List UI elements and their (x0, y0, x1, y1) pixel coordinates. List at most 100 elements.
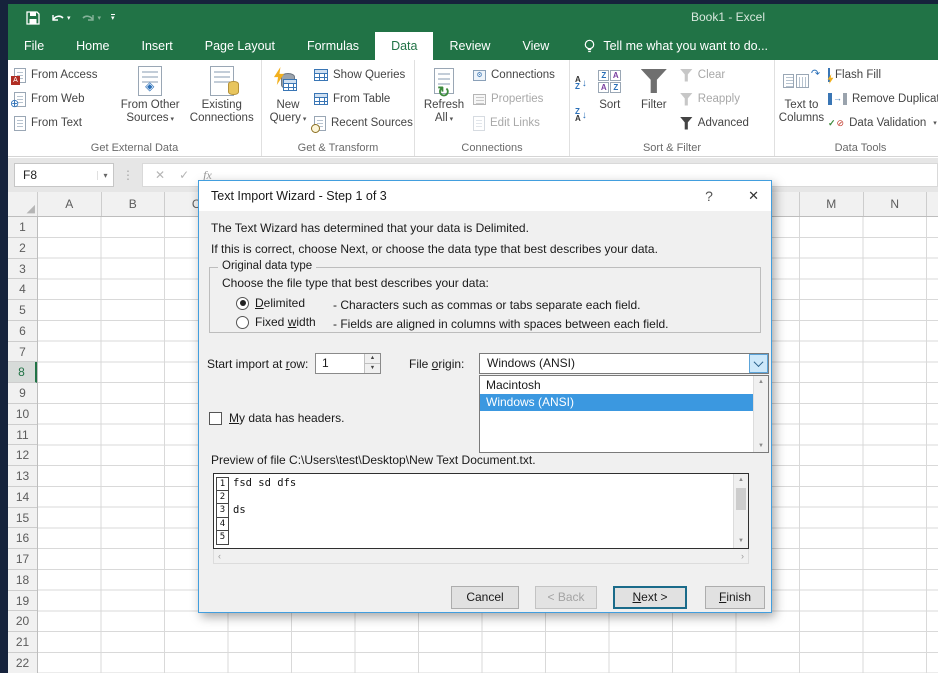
from-other-sources-button[interactable]: ◈ From Other Sources ▾ (115, 63, 186, 135)
save-icon (26, 11, 40, 25)
dropdown-option[interactable]: Macintosh (480, 377, 753, 394)
spinner-up-icon[interactable]: ▲ (365, 354, 380, 364)
sort-descending-button[interactable]: Z A ↓ (573, 103, 589, 127)
row-header-18[interactable]: 18 (8, 570, 37, 591)
from-text-button[interactable]: From Text (11, 112, 115, 134)
clear-filter-button[interactable]: Clear (677, 64, 763, 86)
scroll-right-icon[interactable]: › (741, 551, 744, 561)
cancel-entry-icon[interactable]: ✕ (155, 168, 165, 182)
delimited-radio[interactable]: Delimited (236, 296, 305, 310)
row-header-2[interactable]: 2 (8, 238, 37, 259)
redo-dropdown-caret-icon[interactable]: ▾ (98, 14, 102, 22)
row-header-19[interactable]: 19 (8, 591, 37, 612)
tab-file[interactable]: File (8, 32, 60, 60)
name-box-caret-icon[interactable]: ▾ (97, 170, 113, 180)
dropdown-scrollbar[interactable]: ▲ ▼ (753, 376, 768, 452)
row-header-7[interactable]: 7 (8, 342, 37, 363)
start-row-value[interactable]: 1 (316, 354, 364, 373)
row-header-10[interactable]: 10 (8, 404, 37, 425)
preview-horizontal-scrollbar[interactable]: ‹ › (213, 549, 749, 564)
refresh-all-button[interactable]: ↻ Refresh All ▾ (418, 63, 470, 135)
text-to-columns-button[interactable]: ↷ Text to Columns (778, 63, 825, 135)
fixed-width-radio[interactable]: Fixed width (236, 315, 316, 329)
row-header-13[interactable]: 13 (8, 466, 37, 487)
close-icon[interactable]: ✕ (729, 188, 759, 204)
finish-button[interactable]: Finish (705, 586, 765, 609)
back-button[interactable]: < Back (535, 586, 597, 609)
spinner-down-icon[interactable]: ▼ (365, 364, 380, 373)
new-query-button[interactable]: New Query ▾ (265, 63, 311, 135)
file-origin-combobox[interactable]: Windows (ANSI) (479, 353, 769, 374)
from-table-button[interactable]: From Table (311, 88, 411, 110)
reapply-filter-button[interactable]: Reapply (677, 88, 763, 110)
row-header-9[interactable]: 9 (8, 383, 37, 404)
tab-home[interactable]: Home (60, 32, 125, 60)
tab-page-layout[interactable]: Page Layout (189, 32, 291, 60)
edit-links-button[interactable]: Edit Links (470, 112, 566, 134)
row-header-17[interactable]: 17 (8, 549, 37, 570)
tab-insert[interactable]: Insert (126, 32, 189, 60)
row-header-14[interactable]: 14 (8, 487, 37, 508)
recent-sources-button[interactable]: Recent Sources (311, 112, 413, 134)
column-header-n[interactable]: N (864, 192, 927, 216)
tell-me-box[interactable]: Tell me what you want to do... (583, 32, 768, 60)
column-header-a[interactable]: A (38, 192, 102, 216)
column-header-m[interactable]: M (800, 192, 864, 216)
row-header-22[interactable]: 22 (8, 653, 37, 673)
start-row-spinner[interactable]: 1 ▲ ▼ (315, 353, 381, 374)
tab-data[interactable]: Data (375, 32, 434, 60)
tab-formulas[interactable]: Formulas (291, 32, 375, 60)
connections-button[interactable]: ⚙ Connections (470, 64, 566, 86)
tab-review[interactable]: Review (433, 32, 506, 60)
save-button[interactable] (24, 8, 42, 28)
sort-button[interactable]: ZAAZ Sort (589, 63, 631, 135)
remove-duplicates-button[interactable]: → Remove Duplicates (825, 88, 938, 110)
my-data-has-headers-checkbox[interactable]: My data has headers. (209, 411, 344, 425)
flash-fill-button[interactable]: Flash Fill (825, 64, 938, 86)
sort-ascending-button[interactable]: A Z ↓ (573, 71, 589, 95)
scroll-up-icon[interactable]: ▲ (734, 474, 748, 487)
data-validation-button[interactable]: ✓ ⊘ Data Validation ▾ (825, 112, 938, 134)
dropdown-option[interactable]: Windows (ANSI) (480, 394, 753, 411)
next-button[interactable]: Next > (613, 586, 687, 609)
dialog-title-bar[interactable]: Text Import Wizard - Step 1 of 3 ? ✕ (199, 181, 771, 211)
tab-view[interactable]: View (506, 32, 565, 60)
row-header-11[interactable]: 11 (8, 425, 37, 446)
customize-quick-access-toolbar-button[interactable]: ▾ (109, 8, 117, 28)
undo-button[interactable]: ▾ (48, 8, 73, 28)
row-header-21[interactable]: 21 (8, 632, 37, 653)
row-header-16[interactable]: 16 (8, 528, 37, 549)
row-header-5[interactable]: 5 (8, 300, 37, 321)
scroll-left-icon[interactable]: ‹ (218, 551, 221, 561)
row-header-6[interactable]: 6 (8, 321, 37, 342)
select-all-button[interactable]: ◢ (8, 192, 38, 216)
existing-connections-button[interactable]: Existing Connections (185, 63, 258, 135)
row-header-15[interactable]: 15 (8, 508, 37, 529)
row-header-8[interactable]: 8 (8, 362, 37, 383)
redo-button[interactable]: ▾ (79, 8, 104, 28)
help-button[interactable]: ? (689, 188, 729, 204)
column-header-b[interactable]: B (102, 192, 165, 216)
name-box[interactable]: F8 ▾ (14, 163, 114, 187)
advanced-filter-button[interactable]: Advanced (677, 112, 763, 134)
from-access-button[interactable]: A From Access (11, 64, 115, 86)
combobox-dropdown-button[interactable] (749, 354, 768, 373)
row-header-3[interactable]: 3 (8, 259, 37, 280)
scroll-up-icon[interactable]: ▲ (754, 376, 768, 388)
row-header-1[interactable]: 1 (8, 217, 37, 238)
scrollbar-thumb[interactable] (736, 488, 746, 510)
filter-button[interactable]: Filter (631, 63, 677, 135)
row-header-12[interactable]: 12 (8, 445, 37, 466)
properties-button[interactable]: Properties (470, 88, 566, 110)
column-header-o[interactable]: O (927, 192, 938, 216)
from-web-button[interactable]: ⊕ From Web (10, 88, 115, 110)
confirm-entry-icon[interactable]: ✓ (179, 168, 189, 182)
preview-vertical-scrollbar[interactable]: ▲ ▼ (733, 474, 748, 548)
undo-dropdown-caret-icon[interactable]: ▾ (67, 14, 71, 22)
scroll-down-icon[interactable]: ▼ (754, 440, 768, 452)
show-queries-button[interactable]: Show Queries (311, 64, 411, 86)
row-header-4[interactable]: 4 (8, 279, 37, 300)
scroll-down-icon[interactable]: ▼ (734, 535, 748, 548)
cancel-button[interactable]: Cancel (451, 586, 519, 609)
row-header-20[interactable]: 20 (8, 611, 37, 632)
